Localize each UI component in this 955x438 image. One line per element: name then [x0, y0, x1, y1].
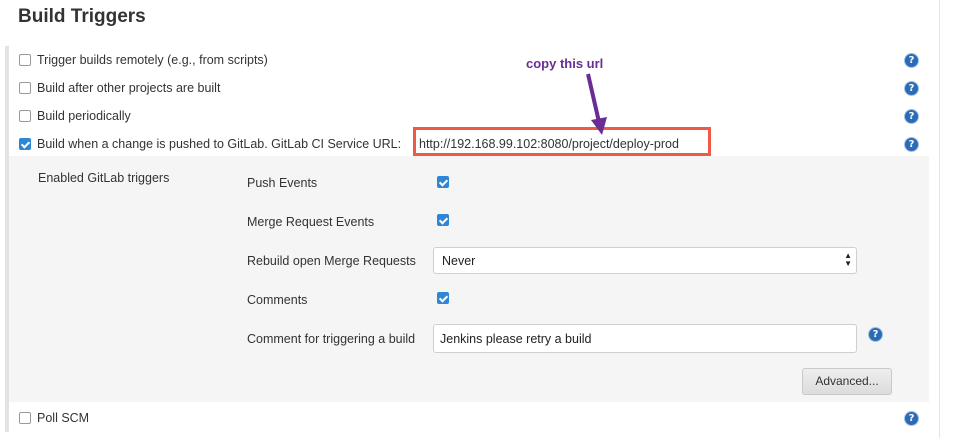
poll-scm-label: Poll SCM [37, 411, 90, 425]
help-icon[interactable]: ? [904, 109, 919, 124]
merge-request-events-label: Merge Request Events [247, 215, 375, 229]
trigger-periodically-label: Build periodically [37, 109, 131, 123]
trigger-gitlab-push-label: Build when a change is pushed to GitLab.… [37, 137, 402, 151]
help-icon[interactable]: ? [904, 137, 919, 152]
push-events-checkbox[interactable] [437, 176, 449, 188]
trigger-periodically-checkbox[interactable] [19, 110, 31, 122]
annotation-label: copy this url [526, 56, 604, 71]
comments-label: Comments [247, 293, 308, 307]
poll-scm-checkbox[interactable] [19, 412, 31, 424]
trigger-remote-checkbox[interactable] [19, 54, 31, 66]
advanced-button[interactable]: Advanced... [802, 368, 892, 395]
divider [939, 0, 940, 438]
trigger-gitlab-push-checkbox[interactable] [19, 138, 31, 150]
comment-trigger-input[interactable] [433, 324, 857, 353]
comments-checkbox[interactable] [437, 292, 449, 304]
help-icon[interactable]: ? [904, 81, 919, 96]
url-highlight-box [413, 127, 711, 156]
help-icon[interactable]: ? [904, 411, 919, 426]
merge-request-events-checkbox[interactable] [437, 214, 449, 226]
push-events-label: Push Events [247, 176, 318, 190]
rebuild-open-mr-value: Never [442, 254, 476, 268]
help-icon[interactable]: ? [868, 327, 883, 342]
comment-trigger-label: Comment for triggering a build [247, 332, 416, 346]
select-arrows-icon: ▲ ▼ [844, 251, 852, 268]
rebuild-open-mr-select[interactable]: Never ▲ ▼ [433, 247, 857, 274]
gitlab-options-panel [9, 156, 929, 402]
enabled-gitlab-triggers-label: Enabled GitLab triggers [38, 171, 170, 185]
section-title: Build Triggers [18, 6, 146, 27]
trigger-after-projects-checkbox[interactable] [19, 82, 31, 94]
help-icon[interactable]: ? [904, 53, 919, 68]
rebuild-open-mr-label: Rebuild open Merge Requests [247, 254, 416, 268]
trigger-after-projects-label: Build after other projects are built [37, 81, 221, 95]
annotation-arrow-icon [586, 73, 607, 135]
trigger-remote-label: Trigger builds remotely (e.g., from scri… [37, 53, 268, 67]
